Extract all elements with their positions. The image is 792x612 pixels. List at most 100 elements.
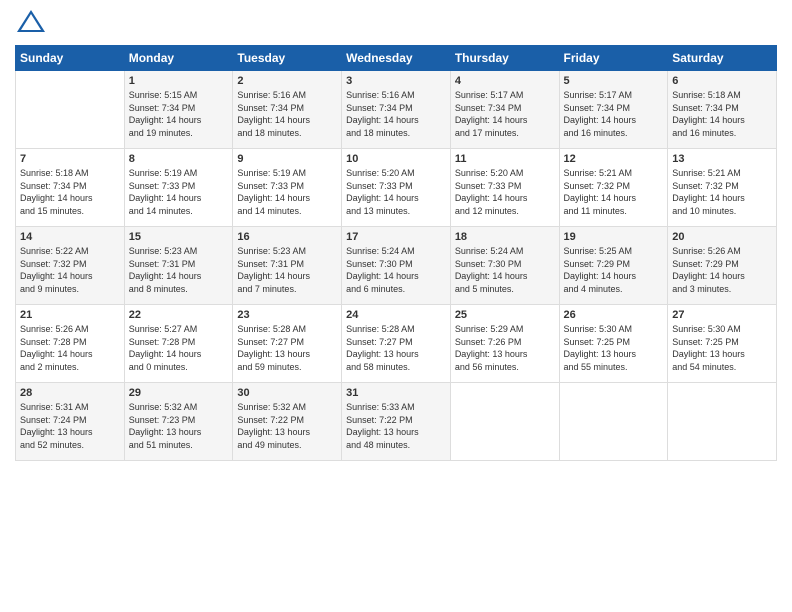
day-info: Sunrise: 5:27 AMSunset: 7:28 PMDaylight:… bbox=[129, 323, 229, 373]
day-number: 10 bbox=[346, 153, 446, 165]
day-number: 30 bbox=[237, 387, 337, 399]
calendar-cell: 1Sunrise: 5:15 AMSunset: 7:34 PMDaylight… bbox=[124, 71, 233, 149]
calendar-cell: 6 Sunrise: 5:18 AMSunset: 7:34 PMDaylight… bbox=[668, 71, 777, 149]
day-info: Sunrise: 5:32 AMSunset: 7:22 PMDaylight:… bbox=[237, 401, 337, 451]
day-number: 20 bbox=[672, 231, 772, 243]
day-number: 15 bbox=[129, 231, 229, 243]
day-number: 24 bbox=[346, 309, 446, 321]
calendar-cell: 29 Sunrise: 5:32 AMSunset: 7:23 PMDayligh… bbox=[124, 383, 233, 461]
calendar-cell: 7 Sunrise: 5:18 AMSunset: 7:34 PMDaylight… bbox=[16, 149, 125, 227]
day-info: Sunrise: 5:29 AMSunset: 7:26 PMDaylight:… bbox=[455, 323, 555, 373]
calendar-cell: 20 Sunrise: 5:26 AMSunset: 7:29 PMDayligh… bbox=[668, 227, 777, 305]
day-number: 18 bbox=[455, 231, 555, 243]
calendar-cell: 10 Sunrise: 5:20 AMSunset: 7:33 PMDayligh… bbox=[342, 149, 451, 227]
day-info: Sunrise: 5:18 AMSunset: 7:34 PMDaylight:… bbox=[20, 167, 120, 217]
day-info: Sunrise: 5:32 AMSunset: 7:23 PMDaylight:… bbox=[129, 401, 229, 451]
weekday-header: Thursday bbox=[450, 46, 559, 71]
calendar-week-row: 21 Sunrise: 5:26 AMSunset: 7:28 PMDayligh… bbox=[16, 305, 777, 383]
day-info: Sunrise: 5:18 AMSunset: 7:34 PMDaylight:… bbox=[672, 89, 772, 139]
calendar-cell: 30 Sunrise: 5:32 AMSunset: 7:22 PMDayligh… bbox=[233, 383, 342, 461]
calendar-cell: 16 Sunrise: 5:23 AMSunset: 7:31 PMDayligh… bbox=[233, 227, 342, 305]
day-info: Sunrise: 5:26 AMSunset: 7:28 PMDaylight:… bbox=[20, 323, 120, 373]
day-info: Sunrise: 5:21 AMSunset: 7:32 PMDaylight:… bbox=[672, 167, 772, 217]
calendar-cell: 17Sunrise: 5:24 AMSunset: 7:30 PMDayligh… bbox=[342, 227, 451, 305]
calendar-header-row: SundayMondayTuesdayWednesdayThursdayFrid… bbox=[16, 46, 777, 71]
calendar-cell: 25 Sunrise: 5:29 AMSunset: 7:26 PMDayligh… bbox=[450, 305, 559, 383]
day-info: Sunrise: 5:28 AMSunset: 7:27 PMDaylight:… bbox=[237, 323, 337, 373]
calendar-cell: 19 Sunrise: 5:25 AMSunset: 7:29 PMDayligh… bbox=[559, 227, 668, 305]
calendar-cell: 22Sunrise: 5:27 AMSunset: 7:28 PMDayligh… bbox=[124, 305, 233, 383]
day-info: Sunrise: 5:23 AMSunset: 7:31 PMDaylight:… bbox=[237, 245, 337, 295]
calendar-cell: 2 Sunrise: 5:16 AMSunset: 7:34 PMDaylight… bbox=[233, 71, 342, 149]
weekday-header: Saturday bbox=[668, 46, 777, 71]
calendar-week-row: 1Sunrise: 5:15 AMSunset: 7:34 PMDaylight… bbox=[16, 71, 777, 149]
weekday-header: Tuesday bbox=[233, 46, 342, 71]
day-info: Sunrise: 5:17 AMSunset: 7:34 PMDaylight:… bbox=[455, 89, 555, 139]
calendar-cell: 21 Sunrise: 5:26 AMSunset: 7:28 PMDayligh… bbox=[16, 305, 125, 383]
day-number: 13 bbox=[672, 153, 772, 165]
day-number: 2 bbox=[237, 75, 337, 87]
day-number: 8 bbox=[129, 153, 229, 165]
day-number: 9 bbox=[237, 153, 337, 165]
day-number: 5 bbox=[564, 75, 664, 87]
day-info: Sunrise: 5:20 AMSunset: 7:33 PMDaylight:… bbox=[346, 167, 446, 217]
day-number: 27 bbox=[672, 309, 772, 321]
calendar-cell: 15Sunrise: 5:23 AMSunset: 7:31 PMDayligh… bbox=[124, 227, 233, 305]
day-number: 26 bbox=[564, 309, 664, 321]
day-info: Sunrise: 5:22 AMSunset: 7:32 PMDaylight:… bbox=[20, 245, 120, 295]
calendar-table: SundayMondayTuesdayWednesdayThursdayFrid… bbox=[15, 45, 777, 461]
day-info: Sunrise: 5:19 AMSunset: 7:33 PMDaylight:… bbox=[129, 167, 229, 217]
day-info: Sunrise: 5:28 AMSunset: 7:27 PMDaylight:… bbox=[346, 323, 446, 373]
day-number: 29 bbox=[129, 387, 229, 399]
calendar-cell: 28 Sunrise: 5:31 AMSunset: 7:24 PMDayligh… bbox=[16, 383, 125, 461]
day-info: Sunrise: 5:33 AMSunset: 7:22 PMDaylight:… bbox=[346, 401, 446, 451]
calendar-cell: 9Sunrise: 5:19 AMSunset: 7:33 PMDaylight… bbox=[233, 149, 342, 227]
calendar-cell: 11Sunrise: 5:20 AMSunset: 7:33 PMDayligh… bbox=[450, 149, 559, 227]
day-info: Sunrise: 5:26 AMSunset: 7:29 PMDaylight:… bbox=[672, 245, 772, 295]
weekday-header: Sunday bbox=[16, 46, 125, 71]
calendar-cell bbox=[16, 71, 125, 149]
weekday-header: Monday bbox=[124, 46, 233, 71]
day-info: Sunrise: 5:30 AMSunset: 7:25 PMDaylight:… bbox=[672, 323, 772, 373]
calendar-cell bbox=[559, 383, 668, 461]
calendar-cell: 18 Sunrise: 5:24 AMSunset: 7:30 PMDayligh… bbox=[450, 227, 559, 305]
day-info: Sunrise: 5:31 AMSunset: 7:24 PMDaylight:… bbox=[20, 401, 120, 451]
weekday-header: Wednesday bbox=[342, 46, 451, 71]
calendar-week-row: 28 Sunrise: 5:31 AMSunset: 7:24 PMDayligh… bbox=[16, 383, 777, 461]
day-number: 12 bbox=[564, 153, 664, 165]
day-number: 14 bbox=[20, 231, 120, 243]
day-number: 17 bbox=[346, 231, 446, 243]
main-container: SundayMondayTuesdayWednesdayThursdayFrid… bbox=[0, 0, 792, 471]
day-number: 19 bbox=[564, 231, 664, 243]
weekday-header: Friday bbox=[559, 46, 668, 71]
calendar-cell: 5 Sunrise: 5:17 AMSunset: 7:34 PMDaylight… bbox=[559, 71, 668, 149]
calendar-week-row: 14 Sunrise: 5:22 AMSunset: 7:32 PMDayligh… bbox=[16, 227, 777, 305]
day-number: 31 bbox=[346, 387, 446, 399]
day-info: Sunrise: 5:17 AMSunset: 7:34 PMDaylight:… bbox=[564, 89, 664, 139]
day-number: 16 bbox=[237, 231, 337, 243]
calendar-cell: 3Sunrise: 5:16 AMSunset: 7:34 PMDaylight… bbox=[342, 71, 451, 149]
calendar-week-row: 7 Sunrise: 5:18 AMSunset: 7:34 PMDaylight… bbox=[16, 149, 777, 227]
day-number: 21 bbox=[20, 309, 120, 321]
logo bbox=[15, 10, 45, 37]
day-number: 6 bbox=[672, 75, 772, 87]
calendar-cell: 27 Sunrise: 5:30 AMSunset: 7:25 PMDayligh… bbox=[668, 305, 777, 383]
day-info: Sunrise: 5:24 AMSunset: 7:30 PMDaylight:… bbox=[455, 245, 555, 295]
calendar-cell: 13 Sunrise: 5:21 AMSunset: 7:32 PMDayligh… bbox=[668, 149, 777, 227]
calendar-cell: 31 Sunrise: 5:33 AMSunset: 7:22 PMDayligh… bbox=[342, 383, 451, 461]
day-number: 25 bbox=[455, 309, 555, 321]
day-number: 28 bbox=[20, 387, 120, 399]
day-number: 7 bbox=[20, 153, 120, 165]
logo-icon bbox=[17, 10, 45, 32]
calendar-cell bbox=[668, 383, 777, 461]
logo-text bbox=[15, 10, 45, 37]
day-info: Sunrise: 5:16 AMSunset: 7:34 PMDaylight:… bbox=[237, 89, 337, 139]
calendar-cell: 4Sunrise: 5:17 AMSunset: 7:34 PMDaylight… bbox=[450, 71, 559, 149]
calendar-cell: 23 Sunrise: 5:28 AMSunset: 7:27 PMDayligh… bbox=[233, 305, 342, 383]
day-number: 1 bbox=[129, 75, 229, 87]
day-info: Sunrise: 5:25 AMSunset: 7:29 PMDaylight:… bbox=[564, 245, 664, 295]
calendar-cell: 12 Sunrise: 5:21 AMSunset: 7:32 PMDayligh… bbox=[559, 149, 668, 227]
day-number: 23 bbox=[237, 309, 337, 321]
header bbox=[15, 10, 777, 37]
day-info: Sunrise: 5:21 AMSunset: 7:32 PMDaylight:… bbox=[564, 167, 664, 217]
